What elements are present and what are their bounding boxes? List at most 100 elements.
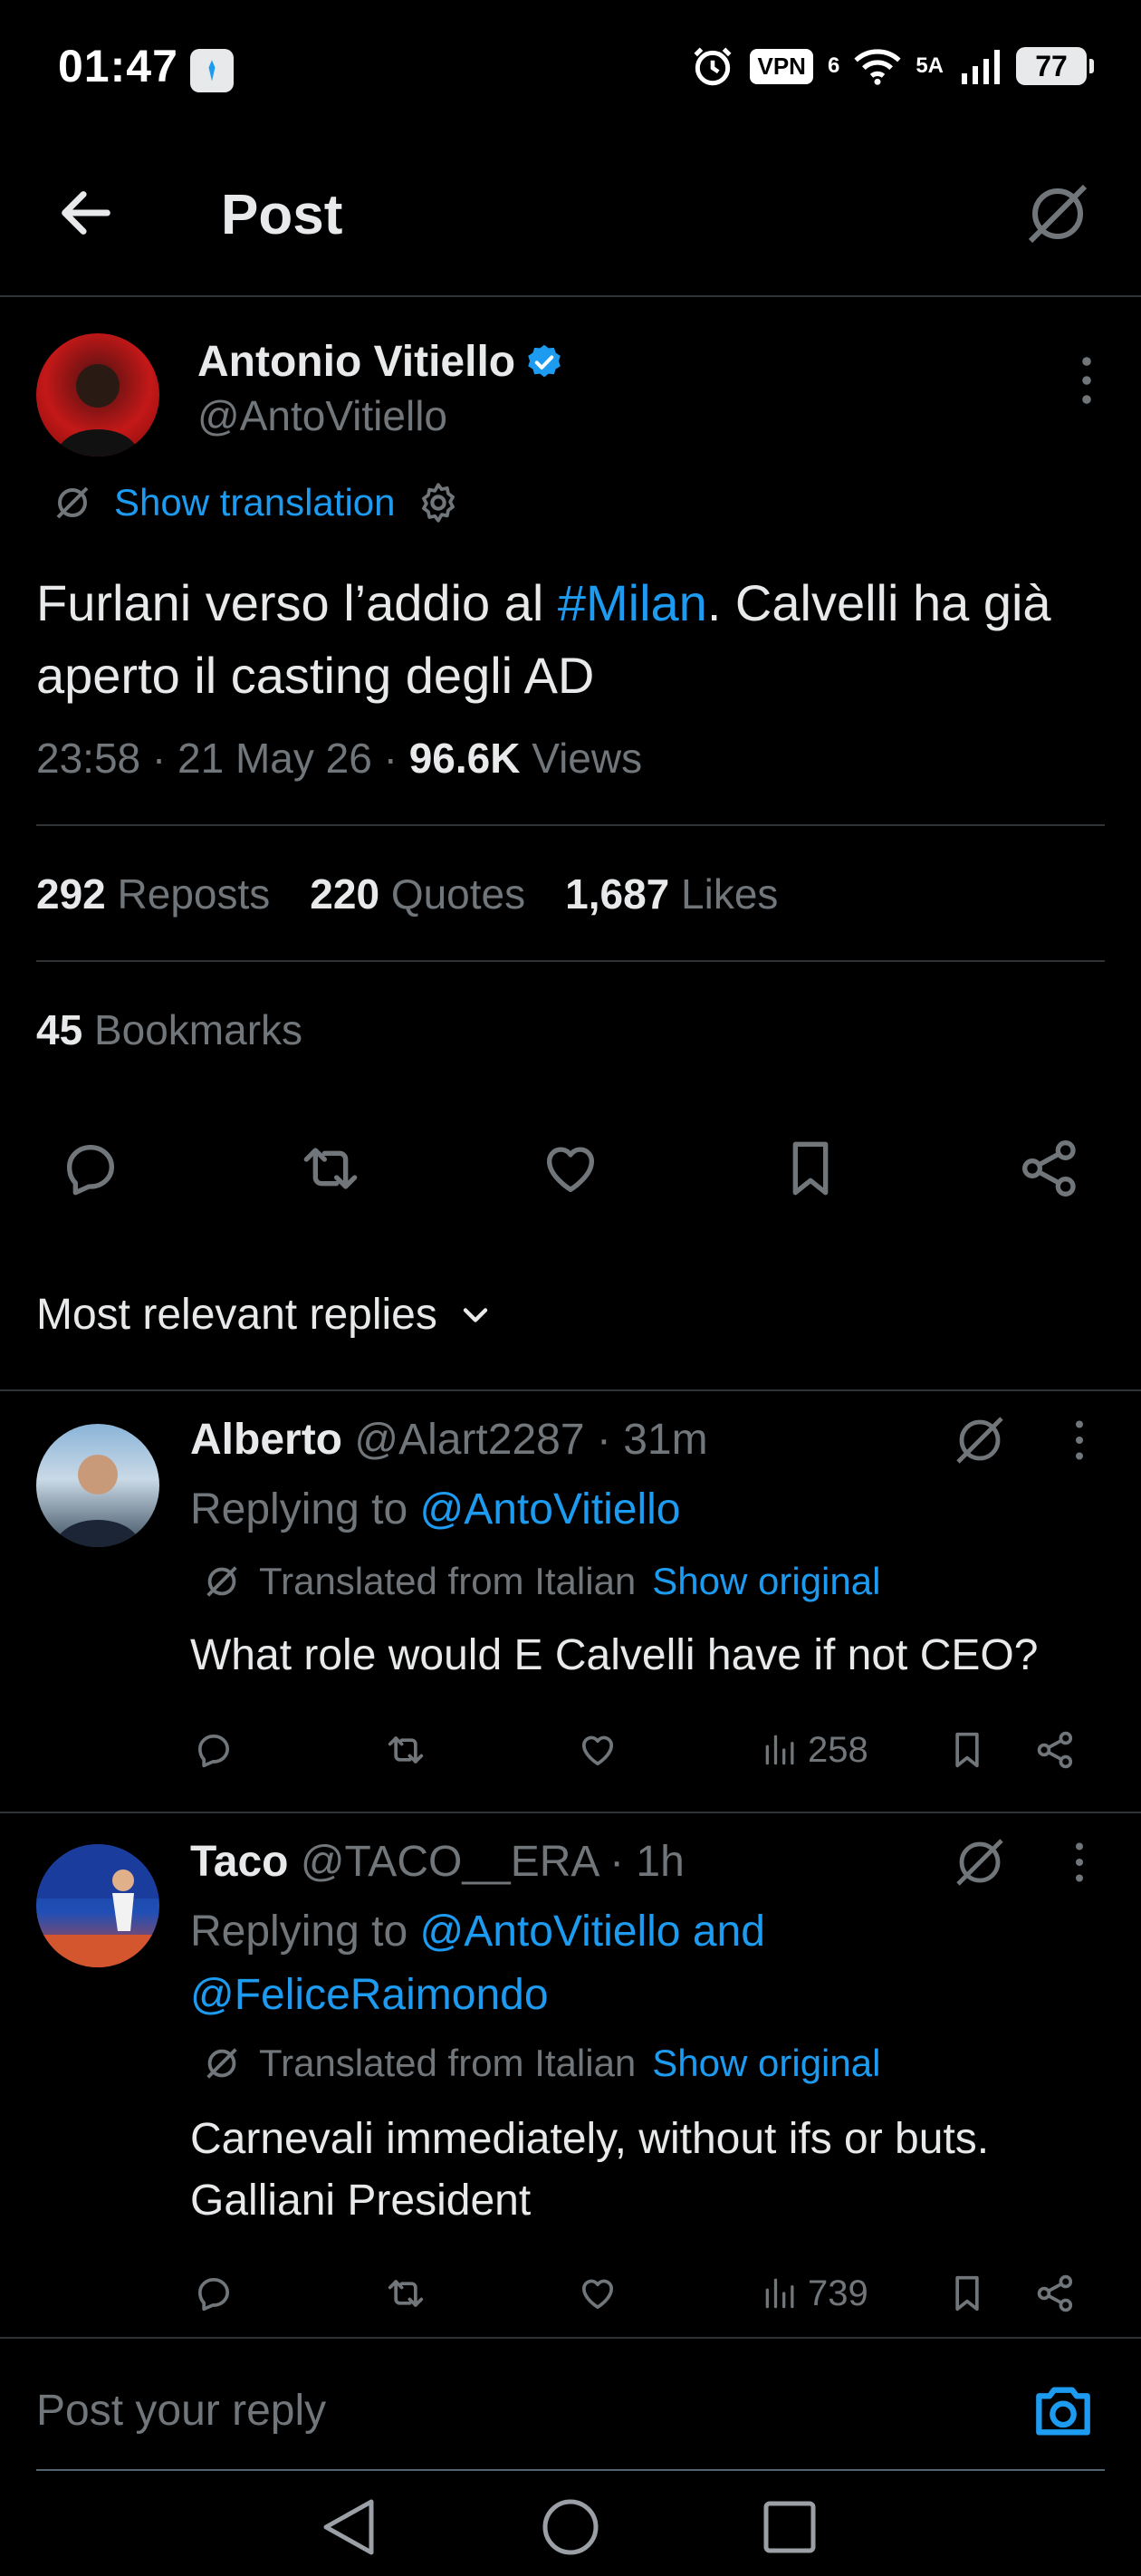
bookmark-icon	[955, 2275, 979, 2312]
header-divider	[0, 295, 1141, 297]
bookmark-button[interactable]	[774, 1132, 847, 1205]
views-count: 96.6K	[408, 735, 521, 782]
reply-views-button[interactable]: 739	[761, 2270, 915, 2317]
reply-item[interactable]: Taco @TACO__ERA · 1h Replying to @AntoVi…	[0, 1812, 1141, 2337]
reply-author-name[interactable]: Taco	[190, 1838, 288, 1886]
show-original-link[interactable]: Show original	[652, 1560, 880, 1603]
grok-icon	[1028, 184, 1088, 244]
reply-avatar[interactable]	[36, 1424, 159, 1547]
show-original-link[interactable]: Show original	[652, 2042, 880, 2085]
bookmarks-label: Bookmarks	[93, 1006, 303, 1053]
more-options-button[interactable]	[1076, 353, 1098, 408]
reply-grok-button[interactable]	[951, 1833, 1009, 1891]
chevron-down-icon	[463, 1307, 488, 1322]
repost-icon	[388, 2280, 424, 2307]
vpn-badge: VPN	[750, 48, 813, 84]
reposts-label: Reposts	[117, 870, 271, 918]
post-actions	[54, 1132, 1087, 1205]
reply-reply-button[interactable]	[190, 1726, 237, 1773]
reply-bookmark-button[interactable]	[944, 2270, 991, 2317]
reply-input[interactable]: Post your reply	[36, 2386, 326, 2436]
more-vertical-icon	[1076, 1842, 1083, 1882]
reply-more-button[interactable]	[1070, 1417, 1088, 1464]
translation-info: Translated from Italian Show original	[201, 2042, 880, 2085]
reply-share-button[interactable]	[1032, 2270, 1079, 2317]
share-icon	[1037, 1731, 1073, 1769]
reply-share-button[interactable]	[1032, 1726, 1079, 1773]
battery-indicator: 77	[1016, 47, 1094, 85]
reply-avatar[interactable]	[36, 1844, 159, 1967]
author-name[interactable]: Antonio Vitiello	[197, 337, 564, 387]
grok-translate-icon	[56, 486, 89, 519]
replying-to-link[interactable]: @AntoVitiello and	[419, 1908, 764, 1956]
reply-views-count: 739	[808, 2273, 868, 2313]
share-button[interactable]	[1014, 1132, 1087, 1205]
reply-actions: 258	[190, 1726, 1096, 1790]
repost-button[interactable]	[294, 1132, 367, 1205]
author-handle[interactable]: @AntoVitiello	[197, 391, 447, 440]
reposts-stat[interactable]: 292 Reposts	[36, 870, 270, 918]
heart-icon	[547, 1147, 594, 1192]
back-button[interactable]	[54, 181, 118, 245]
replying-prefix: Replying to	[190, 1485, 420, 1533]
views-label: Views	[532, 735, 643, 782]
reply-icon	[197, 1734, 230, 1768]
reply-author-handle[interactable]: @TACO__ERA	[301, 1838, 598, 1886]
reply-author-handle[interactable]: @Alart2287	[354, 1416, 584, 1464]
reply-reply-button[interactable]	[190, 2270, 237, 2317]
reply-grok-button[interactable]	[951, 1411, 1009, 1469]
composer-underline	[36, 2469, 1105, 2471]
reply-author-name[interactable]: Alberto	[190, 1416, 342, 1464]
share-icon	[1037, 2274, 1073, 2312]
repost-icon	[303, 1148, 358, 1189]
quotes-count: 220	[310, 870, 380, 918]
show-translation-link[interactable]: Show translation	[114, 481, 396, 524]
bookmark-icon	[792, 1141, 829, 1196]
analytics-icon	[765, 2278, 794, 2309]
quotes-label: Quotes	[390, 870, 526, 918]
engagement-stats: 292 Reposts 220 Quotes 1,687 Likes	[36, 870, 778, 918]
grok-button[interactable]	[1021, 178, 1094, 250]
reply-text: Carnevali immediately, without ifs or bu…	[190, 2115, 990, 2225]
replies-sort-dropdown[interactable]: Most relevant replies	[36, 1290, 495, 1340]
camera-button[interactable]	[1027, 2375, 1099, 2447]
author-name-text: Antonio Vitiello	[197, 338, 516, 386]
reply-text: What role would E Calvelli have if not C…	[190, 1631, 1039, 1679]
grok-icon	[956, 1839, 1003, 1886]
translated-label: Translated from Italian	[259, 2042, 637, 2084]
replying-to: Replying to @AntoVitiello	[190, 1478, 1096, 1542]
page-title: Post	[221, 184, 343, 246]
reply-button[interactable]	[54, 1132, 127, 1205]
stats-divider	[36, 960, 1105, 962]
author-avatar[interactable]	[36, 333, 159, 457]
status-time: 01:47	[58, 41, 178, 91]
post-time: 23:58	[36, 735, 141, 782]
reply-actions: 739	[190, 2270, 1096, 2333]
reposts-count: 292	[36, 870, 106, 918]
reply-like-button[interactable]	[574, 1726, 621, 1773]
bookmarks-stat[interactable]: 45 Bookmarks	[36, 1005, 302, 1054]
system-navigation-bar	[0, 2491, 1141, 2563]
like-button[interactable]	[534, 1132, 607, 1205]
reply-views-button[interactable]: 258	[761, 1726, 915, 1773]
reply-time: · 31m	[596, 1416, 708, 1464]
reply-icon	[197, 2277, 230, 2312]
reply-header: Alberto @Alart2287 · 31m	[190, 1415, 708, 1465]
reply-more-button[interactable]	[1070, 1839, 1088, 1886]
reply-bookmark-button[interactable]	[944, 1726, 991, 1773]
hashtag-link[interactable]: #Milan	[558, 574, 707, 631]
composer-top-divider	[0, 2337, 1141, 2339]
likes-stat[interactable]: 1,687 Likes	[565, 870, 778, 918]
replying-to-link-2[interactable]: @FeliceRaimondo	[190, 1971, 549, 2019]
reply-like-button[interactable]	[574, 2270, 621, 2317]
replying-to-link[interactable]: @AntoVitiello	[419, 1485, 680, 1533]
reply-repost-button[interactable]	[382, 1726, 429, 1773]
bookmarks-count: 45	[36, 1006, 83, 1053]
quotes-stat[interactable]: 220 Quotes	[310, 870, 525, 918]
reply-item[interactable]: Alberto @Alart2287 · 31m Replying to @An…	[0, 1389, 1141, 1812]
gear-icon[interactable]	[416, 480, 461, 525]
reply-repost-button[interactable]	[382, 2270, 429, 2317]
nav-back-icon	[323, 2499, 374, 2555]
grok-translate-icon	[206, 2048, 237, 2079]
nav-recents-icon	[763, 2501, 816, 2553]
